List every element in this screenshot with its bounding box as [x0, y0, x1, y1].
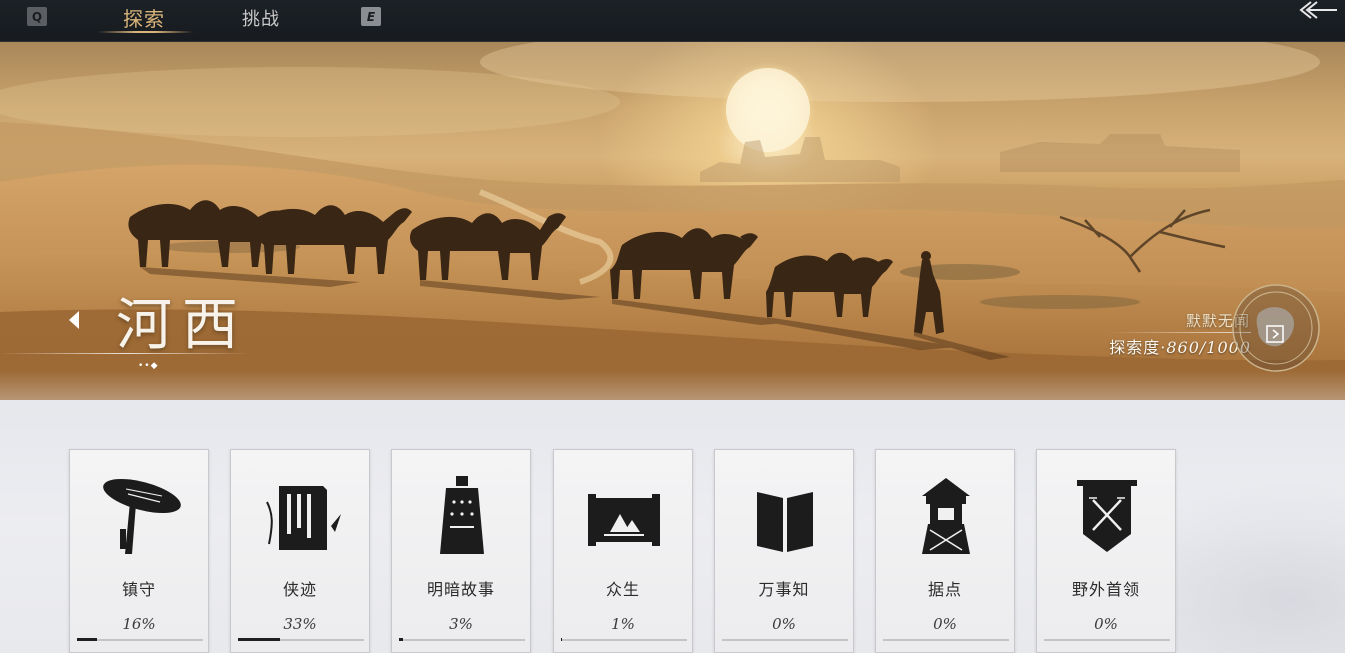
open-book-icon [735, 474, 835, 560]
umbrella-hat-icon [90, 474, 190, 560]
scroll-book-icon [251, 474, 351, 560]
card-label: 野外首领 [1071, 580, 1140, 599]
region-divider [0, 353, 250, 354]
card-progress-track [561, 638, 687, 641]
card-progress-track [883, 639, 1009, 641]
category-card-strongholds[interactable]: 据点 0% [875, 449, 1015, 653]
card-percent: 0% [772, 615, 796, 633]
banner-fade [0, 370, 1345, 400]
exploration-progress-label: 探索度· [1109, 338, 1167, 357]
card-percent: 16% [122, 615, 156, 633]
category-card-stories[interactable]: 明暗故事 3% [391, 449, 531, 653]
region-map-button[interactable] [1230, 282, 1322, 374]
card-label: 据点 [927, 580, 962, 599]
prev-tab-key-hint[interactable]: Q [27, 7, 47, 26]
category-card-people[interactable]: 众生 1% [553, 449, 693, 653]
back-arrow-icon [1299, 1, 1337, 19]
card-progress-fill [238, 638, 280, 641]
card-progress-track [77, 638, 203, 641]
active-tab-indicator [98, 31, 193, 33]
card-percent: 3% [449, 615, 473, 633]
top-nav-bar: Q 探索 挑战 E [0, 0, 1345, 42]
card-percent: 1% [611, 615, 635, 633]
category-card-guard[interactable]: 镇守 16% [69, 449, 209, 653]
crossed-swords-banner-icon [1057, 474, 1157, 560]
region-name: 河西 [116, 293, 248, 358]
category-card-knowledge[interactable]: 万事知 0% [714, 449, 854, 653]
card-percent: 0% [1094, 615, 1118, 633]
painting-scroll-icon [574, 474, 674, 560]
card-label: 明暗故事 [426, 580, 495, 599]
card-label: 万事知 [758, 580, 810, 599]
card-progress-track [238, 638, 364, 641]
card-label: 侠迹 [282, 580, 317, 599]
map-badge-icon [1232, 284, 1320, 372]
back-button[interactable] [1299, 0, 1339, 24]
bell-icon [412, 474, 512, 560]
tab-challenge[interactable]: 挑战 [242, 5, 280, 35]
card-progress-track [722, 639, 848, 641]
watchtower-icon [896, 474, 996, 560]
caret-left-icon [69, 311, 79, 329]
category-card-traces[interactable]: 侠迹 33% [230, 449, 370, 653]
region-banner: 河西 ••◆ 默默无闻 探索度·860/1000 [0, 42, 1345, 400]
card-progress-track [399, 638, 525, 641]
card-progress-fill [561, 638, 563, 641]
card-progress-fill [399, 638, 403, 641]
card-percent: 0% [933, 615, 957, 633]
next-tab-key-hint[interactable]: E [361, 7, 381, 26]
card-progress-fill [77, 638, 98, 641]
card-percent: 33% [283, 615, 317, 633]
card-label: 镇守 [121, 580, 156, 599]
tab-explore[interactable]: 探索 [123, 3, 165, 33]
prev-region-button[interactable] [66, 309, 82, 331]
card-progress-track [1044, 639, 1170, 641]
card-label: 众生 [605, 580, 640, 599]
category-card-field-bosses[interactable]: 野外首领 0% [1036, 449, 1176, 653]
